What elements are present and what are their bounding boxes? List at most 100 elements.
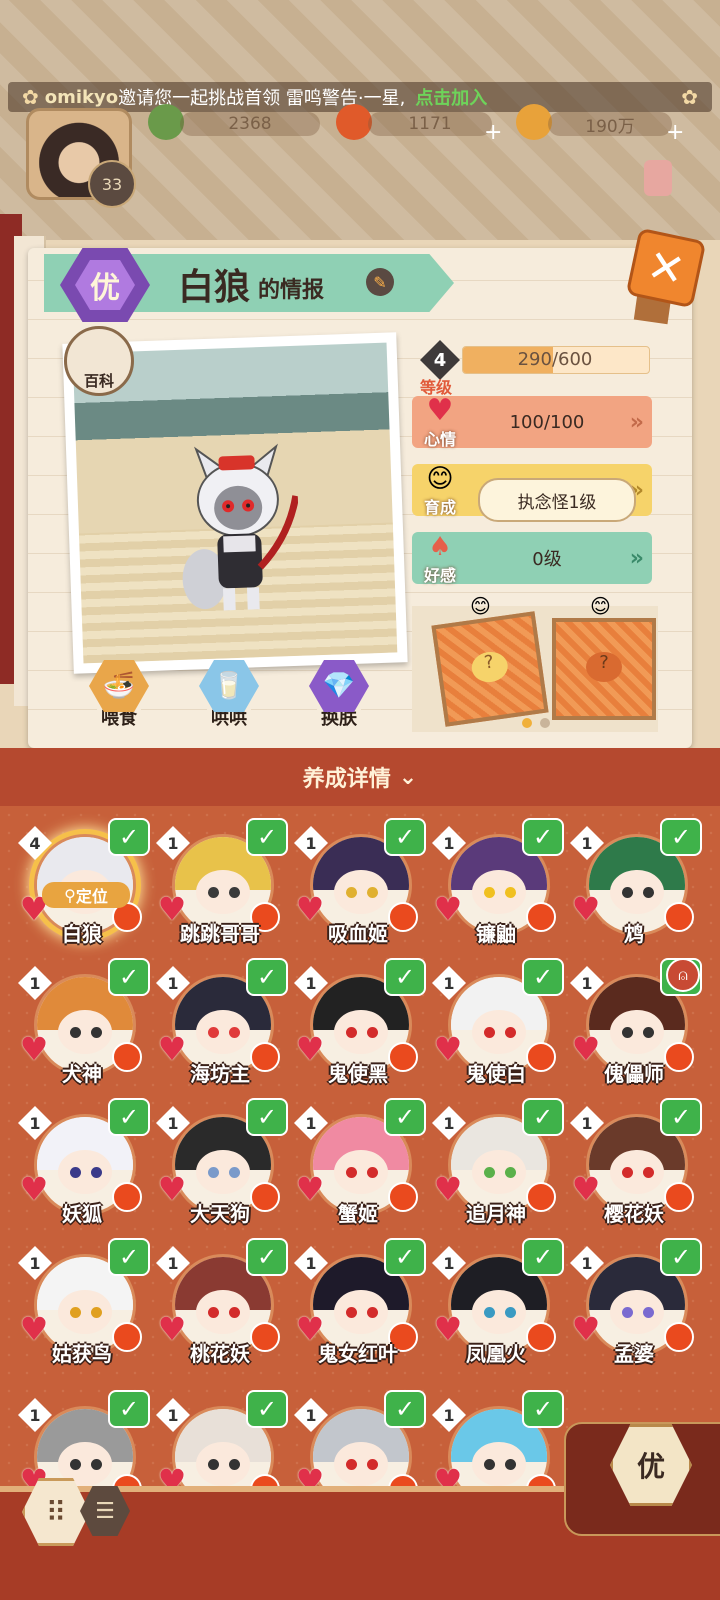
leaf-coin-icon [148, 104, 184, 140]
character-name-label: 凤凰火 [466, 1342, 526, 1366]
character-cell[interactable]: ✓ 1 ♥ 镰鼬 [426, 818, 564, 958]
character-cell[interactable]: ✓ 1 ♥ 追月神 [426, 1098, 564, 1238]
character-name-label: 鸩 [624, 922, 644, 946]
portrait-face [472, 1009, 526, 1054]
portrait-face [334, 1289, 388, 1334]
character-name-label: 海坊主 [190, 1062, 250, 1086]
portrait-face [610, 1149, 664, 1194]
portrait-face [472, 1441, 526, 1486]
character-name-label: 蟹姬 [338, 1202, 378, 1226]
character-cell[interactable]: ✓ 1 ♥ 鬼女红叶 [288, 1238, 426, 1378]
checkmark-icon: ✓ [522, 1238, 564, 1276]
mood-row[interactable]: ♥ 心情 100/100 » [412, 393, 652, 450]
affection-row[interactable]: ♠ 好感 0级 » [412, 532, 652, 585]
flower-icon: ✿ [22, 85, 39, 109]
portrait-face [196, 1009, 250, 1054]
coax-button[interactable]: 🥛 哄哄 [194, 660, 264, 730]
character-name-label: 白狼 [62, 922, 102, 946]
checkmark-icon: ✓ [660, 1238, 702, 1276]
portrait-face [334, 869, 388, 914]
checkmark-icon: ✓ [522, 1098, 564, 1136]
resource-magatama: 1171 [368, 112, 492, 136]
character-cell[interactable]: ✓ 1 ♥ 姑获鸟 [12, 1238, 150, 1378]
character-cell[interactable]: ✓ 1 ♥ 妖狐 [12, 1098, 150, 1238]
checkmark-icon: ✓ [522, 1390, 564, 1428]
character-name-label: 妖狐 [62, 1202, 102, 1226]
checkmark-icon: ✓ [246, 1390, 288, 1428]
character-cell[interactable]: ✓ 1 ♥ 跳跳哥哥 [150, 818, 288, 958]
character-sprite [182, 443, 300, 611]
character-name-label: 吸血姬 [328, 922, 388, 946]
character-cell[interactable]: ✓ 1 ♥ 凤凰火 [426, 1238, 564, 1378]
portrait-face [58, 1009, 112, 1054]
character-name-label: 犬神 [62, 1062, 102, 1086]
nurture-details-toggle[interactable]: 养成详情 ⌄ [0, 748, 720, 806]
checkmark-icon: ✓ [384, 818, 426, 856]
character-cell[interactable]: ✓ 1 ♥ 犬神 [12, 958, 150, 1098]
question-icon: ? [586, 652, 622, 682]
affection-label: 好感 [423, 566, 456, 585]
character-cell[interactable]: ✓ 1 ♥ 海坊主 [150, 958, 288, 1098]
player-level-badge: 33 [88, 160, 136, 208]
character-cell[interactable]: ✓1♥傀儡师⍝ [564, 958, 702, 1098]
checkmark-icon: ✓ [246, 958, 288, 996]
close-button[interactable]: ✕ [625, 227, 707, 309]
bell-icon[interactable]: ⍝ [666, 958, 700, 992]
checkmark-icon: ✓ [660, 818, 702, 856]
feed-button[interactable]: 🍜 喂食 [84, 660, 154, 730]
photo-scene [72, 342, 398, 664]
add-magatama-icon[interactable]: + [484, 120, 502, 145]
food-bowl-icon: 🍜 [89, 660, 149, 712]
flower-icon: ✿ [681, 85, 698, 109]
invite-player-name: omikyo [44, 86, 119, 108]
character-name-label: 傀儡师 [604, 1062, 664, 1086]
skin-button[interactable]: 💎 换肤 [304, 660, 374, 730]
mood-heart-icon: ♥ 心情 [423, 393, 456, 450]
character-cell[interactable]: ✓ 1 ♥ 樱花妖 [564, 1098, 702, 1238]
portrait-face [610, 1289, 664, 1334]
portrait-face [196, 869, 250, 914]
gold-coin-icon [516, 104, 552, 140]
page-dot-active[interactable] [522, 718, 532, 728]
affection-value: 0级 [532, 549, 562, 570]
character-name-suffix: 的情报 [258, 278, 325, 303]
locate-label: 定位 [75, 887, 108, 906]
character-name-label: 樱花妖 [604, 1202, 664, 1226]
smile-icon: 😊 [470, 594, 491, 618]
locked-card[interactable]: ? [552, 618, 656, 720]
portrait-face [58, 1289, 112, 1334]
character-cell[interactable]: ✓ 1 ♥ 大天狗 [150, 1098, 288, 1238]
crystal-skin-icon: 💎 [309, 660, 369, 712]
join-link[interactable]: 点击加入 [415, 84, 487, 110]
character-cell[interactable]: ✓ 1 ♥ 鬼使黑 [288, 958, 426, 1098]
character-cell[interactable]: ✓ 1 ♥ 桃花妖 [150, 1238, 288, 1378]
question-icon: ? [469, 649, 510, 685]
character-name-label: 追月神 [466, 1202, 526, 1226]
character-cell[interactable]: ✓ 1 ♥ 鸩 [564, 818, 702, 958]
rename-icon[interactable]: ✎ [366, 268, 394, 296]
add-gold-icon[interactable]: + [666, 120, 684, 145]
mood-label: 心情 [423, 430, 456, 449]
exp-text: 290/600 [517, 348, 593, 370]
checkmark-icon: ✓ [384, 1238, 426, 1276]
checkmark-icon: ✓ [108, 958, 150, 996]
locked-card[interactable]: ? [431, 611, 549, 727]
checkmark-icon: ✓ [108, 1238, 150, 1276]
smile-icon: 😊 [590, 594, 611, 618]
portrait-face [196, 1441, 250, 1486]
character-name: 白狼 [178, 267, 251, 308]
page-dot[interactable] [540, 718, 550, 728]
character-cell[interactable]: ✓ 1 ♥ 孟婆 [564, 1238, 702, 1378]
character-name-label: 跳跳哥哥 [180, 922, 260, 946]
character-cell[interactable]: ✓ 1 ♥ 蟹姬 [288, 1098, 426, 1238]
nurture-value: 执念怪1级 [478, 478, 636, 522]
character-cell[interactable]: ✓ 1 ♥ 吸血姬 [288, 818, 426, 958]
locate-badge[interactable]: ⚲ 定位 [42, 882, 130, 908]
character-name-label: 鬼使白 [466, 1062, 526, 1086]
character-cell[interactable]: ✓ 4 ♥ 白狼 ⚲ 定位 [12, 818, 150, 958]
character-name-label: 镰鼬 [476, 922, 516, 946]
chevron-down-icon: ⌄ [398, 764, 418, 790]
encyclopedia-button[interactable]: 百科 [64, 326, 134, 396]
character-cell[interactable]: ✓ 1 ♥ 鬼使白 [426, 958, 564, 1098]
checkmark-icon: ✓ [108, 1390, 150, 1428]
